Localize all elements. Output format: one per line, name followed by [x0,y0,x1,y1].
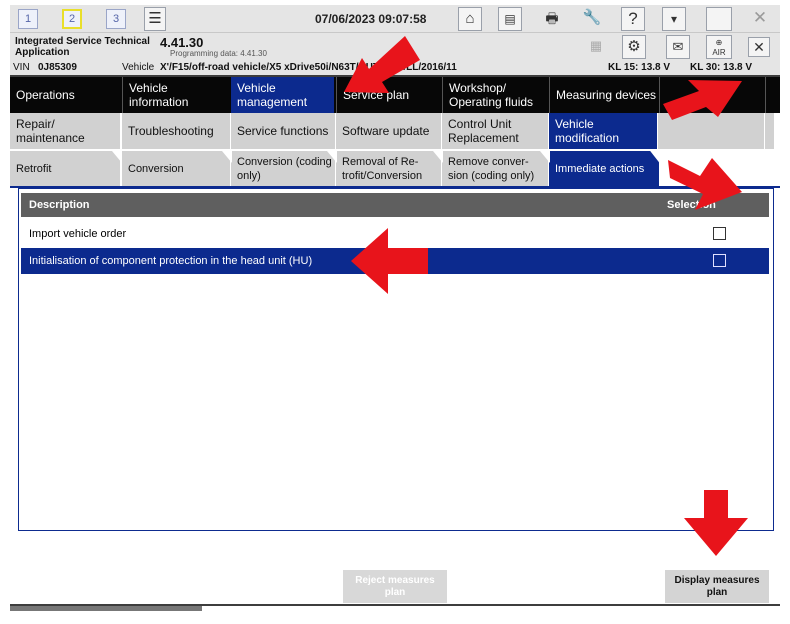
column-selection: Selection [667,199,716,211]
version: 4.41.30 [160,35,204,50]
tab-service-functions[interactable]: Service functions [231,113,335,149]
tab-service-plan[interactable]: Service plan [336,77,441,113]
main-nav: Operations Vehicle information Vehicle m… [10,77,780,113]
tab-vehicle-management[interactable]: Vehicle management [231,77,334,113]
vehicle-label: Vehicle [122,62,155,73]
vehicle-value: X'/F15/off-road vehicle/X5 xDrive50i/N63… [160,62,457,73]
vin-value: 0J85309 [38,62,77,73]
top-toolbar: 1 2 3 ☰ 07/06/2023 09:07:58 ⌂ ▤ 🖶 🔧 ? ▾ … [10,5,780,33]
tab-conversion-coding-only[interactable]: Conversion (coding only) [231,151,335,186]
sub-nav: Repair/ maintenance Troubleshooting Serv… [10,113,780,149]
vehicle-info-bar: VIN 0J85309 Vehicle X'/F15/off-road vehi… [10,61,780,75]
tab-repair-maintenance[interactable]: Repair/ maintenance [10,113,120,149]
help-icon[interactable]: ? [621,7,645,31]
kl15-voltage: KL 15: 13.8 V [608,62,671,73]
screen-2-button[interactable]: 2 [62,9,82,29]
tab-divider [765,77,766,113]
list-icon[interactable]: ☰ [144,7,166,31]
tab-empty-sub-end [765,113,774,149]
programming-data: Programming data: 4.41.30 [170,49,267,58]
column-description: Description [29,199,90,211]
row-checkbox[interactable] [713,254,726,267]
row-description: Import vehicle order [29,228,127,240]
maximize-icon[interactable] [706,7,732,31]
app-header: Integrated Service Technical Application… [10,33,780,61]
mail-icon[interactable]: ✉ [666,35,690,59]
row-checkbox[interactable] [713,227,726,240]
air-icon[interactable]: ⊕ AIR [706,35,732,59]
tab-workshop-operating-fluids[interactable]: Workshop/ Operating fluids [442,77,548,113]
tab-vehicle-modification[interactable]: Vehicle modification [549,113,657,149]
dialog-icon[interactable]: ▤ [498,7,522,31]
table-row[interactable]: Import vehicle order [21,221,769,247]
display-measures-plan-button[interactable]: Display measures plan [665,570,769,603]
tab-removal-of-retrofit-conversion[interactable]: Removal of Re-trofit/Conversion [336,151,441,186]
printer-icon[interactable]: 🖶 [540,7,564,31]
tab-troubleshooting[interactable]: Troubleshooting [122,113,230,149]
screen-3-button[interactable]: 3 [106,9,126,29]
close-session-icon[interactable]: ✕ [748,37,770,57]
kl30-voltage: KL 30: 13.8 V [690,62,753,73]
tab-measuring-devices[interactable]: Measuring devices [549,77,659,113]
row-description: Initialisation of component protection i… [29,255,313,267]
modification-tabs: Retrofit Conversion Conversion (coding o… [10,151,780,186]
tab-empty [659,77,764,113]
screen-1-button[interactable]: 1 [18,9,38,29]
measures-table: Description Selection Import vehicle ord… [18,188,774,531]
tab-empty-sub [658,113,764,149]
tab-vehicle-information[interactable]: Vehicle information [122,77,230,113]
tab-remove-conversion-coding-only[interactable]: Remove conver-sion (coding only) [442,151,548,186]
tab-immediate-actions[interactable]: Immediate actions [549,151,659,186]
tab-control-unit-replacement[interactable]: Control Unit Replacement [442,113,548,149]
minimize-icon[interactable]: ▾ [662,7,686,31]
tab-operations[interactable]: Operations [10,77,120,113]
gear-icon[interactable]: ⚙ [622,35,646,59]
datetime: 07/06/2023 09:07:58 [315,12,427,26]
close-icon[interactable]: ✕ [748,7,772,31]
tab-software-update[interactable]: Software update [336,113,441,149]
app-name-line2: Application [15,47,70,58]
vin-label: VIN [13,62,30,73]
progress-bar [10,606,202,611]
document-icon[interactable]: ▦ [585,35,607,59]
app-name: Integrated Service Technical [15,36,150,47]
table-header: Description Selection [21,193,769,217]
wrench-icon[interactable]: 🔧 [580,7,604,31]
tab-conversion[interactable]: Conversion [122,151,230,186]
reject-measures-plan-button[interactable]: Reject measures plan [343,570,447,603]
home-icon[interactable]: ⌂ [458,7,482,31]
table-row-selected[interactable]: Initialisation of component protection i… [21,248,769,274]
tab-retrofit[interactable]: Retrofit [10,151,120,186]
